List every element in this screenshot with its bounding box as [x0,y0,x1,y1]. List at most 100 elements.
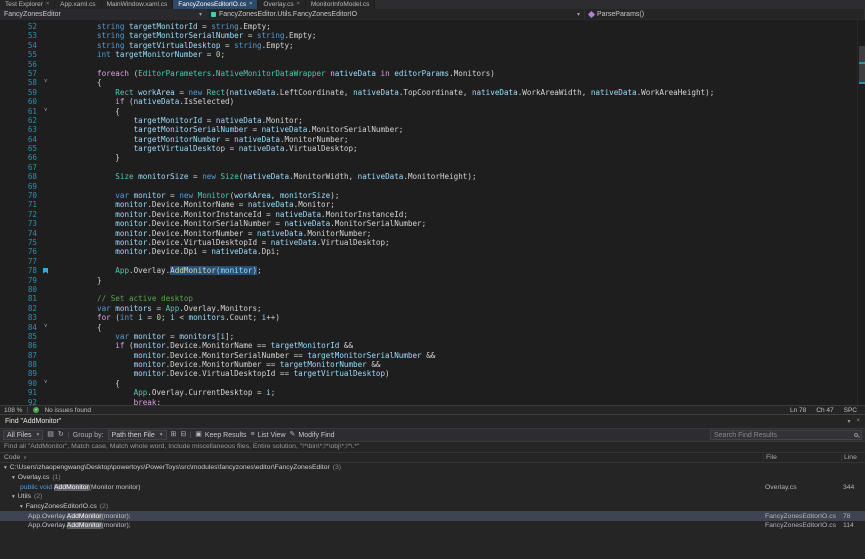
tree-expander-icon[interactable]: ▾ [12,475,15,481]
line-number[interactable]: 54 [0,41,40,50]
code-line[interactable]: 69 [0,182,865,191]
gutter[interactable] [40,153,56,162]
gutter[interactable] [40,341,56,350]
gutter[interactable] [40,125,56,134]
gutter[interactable]: ∨ [40,78,56,87]
result-group-row[interactable]: ▾Overlay.cs(1) [0,473,865,483]
fold-chevron-icon[interactable]: ∨ [44,77,47,86]
gutter[interactable] [40,351,56,360]
line-number[interactable]: 57 [0,69,40,78]
line-number[interactable]: 81 [0,294,40,303]
gutter[interactable] [40,332,56,341]
code-line[interactable]: 86 if (monitor.Device.MonitorName == tar… [0,341,865,350]
column-header-code[interactable]: Code ∨ [0,454,763,461]
line-number[interactable]: 56 [0,60,40,69]
open-file-icon[interactable]: ▤ [47,430,54,440]
code-editor[interactable]: 52string targetMonitorId = string.Empty;… [0,20,865,405]
gutter[interactable] [40,97,56,106]
gutter[interactable] [40,88,56,97]
code-line[interactable]: 68 Size monitorSize = new Size(nativeDat… [0,172,865,181]
line-number[interactable]: 60 [0,97,40,106]
line-number[interactable]: 69 [0,182,40,191]
code-line[interactable]: 84∨{ [0,323,865,332]
line-number[interactable]: 70 [0,191,40,200]
code-line[interactable]: 91 App.Overlay.CurrentDesktop = i; [0,388,865,397]
health-status[interactable]: No issues found [44,407,91,414]
code-line[interactable]: 88 monitor.Device.MonitorNumber == targe… [0,360,865,369]
gutter[interactable] [40,31,56,40]
tab-fancyzoneseditorio-cs[interactable]: FancyZonesEditorIO.cs× [173,0,258,9]
gutter[interactable] [40,294,56,303]
gutter[interactable] [40,304,56,313]
code-line[interactable]: 82var monitors = App.Overlay.Monitors; [0,304,865,313]
gutter[interactable] [40,266,56,275]
modify-find-button[interactable]: ✎ Modify Find [290,430,335,440]
gutter[interactable] [40,219,56,228]
code-line[interactable]: 85 var monitor = monitors[i]; [0,332,865,341]
result-group-row[interactable]: ▾Utils(2) [0,492,865,502]
gutter[interactable] [40,50,56,59]
fold-chevron-icon[interactable]: ∨ [44,106,47,115]
gutter[interactable] [40,238,56,247]
gutter[interactable] [40,285,56,294]
close-icon[interactable]: × [297,0,300,9]
line-number[interactable]: 83 [0,313,40,322]
gutter[interactable] [40,210,56,219]
tab-mainwindow-xaml-cs[interactable]: MainWindow.xaml.cs [102,0,174,9]
code-line[interactable]: 56 [0,60,865,69]
gutter[interactable] [40,60,56,69]
code-line[interactable]: 53string targetMonitorSerialNumber = str… [0,31,865,40]
gutter[interactable] [40,360,56,369]
keep-results-toggle[interactable]: ▣ Keep Results [195,430,246,440]
line-number[interactable]: 92 [0,398,40,405]
whitespace-indicator[interactable]: SPC [844,407,857,414]
code-line[interactable]: 65 targetVirtualDesktop = nativeData.Vir… [0,144,865,153]
project-dropdown[interactable]: FancyZonesEditor ▾ [0,9,207,19]
code-line[interactable]: 67 [0,163,865,172]
close-icon[interactable]: × [249,0,252,9]
scope-dropdown[interactable]: All Files ▾ [3,430,43,440]
code-line[interactable]: 58∨{ [0,78,865,87]
code-line[interactable]: 52string targetMonitorId = string.Empty; [0,22,865,31]
panel-title-bar[interactable]: Find "AddMonitor" ▾ × [0,415,865,428]
code-line[interactable]: 70 var monitor = new Monitor(workArea, m… [0,191,865,200]
gutter[interactable] [40,191,56,200]
code-line[interactable]: 80 [0,285,865,294]
line-number[interactable]: 80 [0,285,40,294]
close-icon[interactable]: × [856,418,860,425]
code-line[interactable]: 76 monitor.Device.Dpi = nativeData.Dpi; [0,247,865,256]
collapse-all-icon[interactable]: ⊟ [180,430,186,440]
code-line[interactable]: 79} [0,276,865,285]
gutter[interactable] [40,200,56,209]
code-line[interactable]: 81// Set active desktop [0,294,865,303]
code-line[interactable]: 73 monitor.Device.MonitorSerialNumber = … [0,219,865,228]
result-group-row[interactable]: ▾FancyZonesEditorIO.cs(2) [0,502,865,512]
gutter[interactable] [40,276,56,285]
gutter[interactable]: ∨ [40,107,56,116]
line-indicator[interactable]: Ln 78 [790,407,806,414]
type-dropdown[interactable]: FancyZonesEditor.Utils.FancyZonesEditorI… [207,9,585,19]
chevron-down-icon[interactable]: ▾ [847,418,850,425]
gutter[interactable] [40,182,56,191]
line-number[interactable]: 79 [0,276,40,285]
code-line[interactable]: 92 break; [0,398,865,405]
line-number[interactable]: 65 [0,144,40,153]
code-line[interactable]: 54string targetVirtualDesktop = string.E… [0,41,865,50]
result-group-row[interactable]: ▾C:\Users\zhaopengwang\Desktop\powertoys… [0,463,865,473]
gutter[interactable] [40,229,56,238]
line-number[interactable]: 76 [0,247,40,256]
result-row[interactable]: App.Overlay.AddMonitor(monitor);FancyZon… [0,521,865,531]
line-number[interactable]: 91 [0,388,40,397]
code-line[interactable]: 62 targetMonitorId = nativeData.Monitor; [0,116,865,125]
close-icon[interactable]: × [46,0,49,9]
column-header-file[interactable]: File [763,454,841,461]
result-row[interactable]: App.Overlay.AddMonitor(monitor);FancyZon… [0,511,865,521]
code-line[interactable]: 75 monitor.Device.VirtualDesktopId = nat… [0,238,865,247]
line-number[interactable]: 88 [0,360,40,369]
line-number[interactable]: 68 [0,172,40,181]
gutter[interactable]: ∨ [40,323,56,332]
line-number[interactable]: 59 [0,88,40,97]
tab-app-xaml-cs[interactable]: App.xaml.cs [55,0,101,9]
gutter[interactable] [40,247,56,256]
code-line[interactable]: 87 monitor.Device.MonitorSerialNumber ==… [0,351,865,360]
